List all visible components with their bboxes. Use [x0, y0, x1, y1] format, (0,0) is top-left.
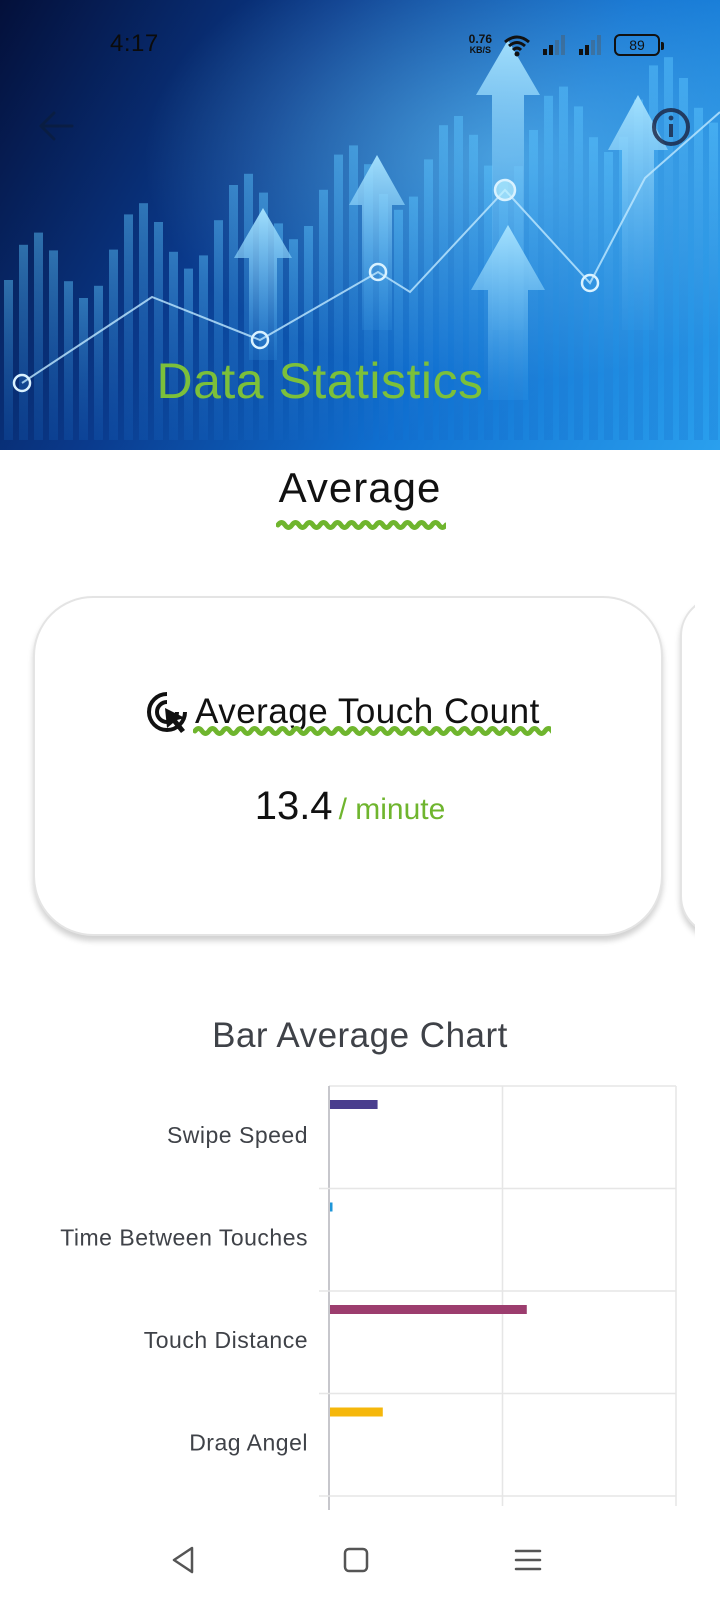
status-time: 4:17	[110, 30, 159, 57]
nav-menu-button[interactable]	[508, 1540, 548, 1580]
stat-card-unit: / minute	[338, 793, 446, 826]
chart-bar[interactable]	[330, 1100, 378, 1109]
menu-lines-icon	[514, 1549, 542, 1571]
status-icons: 0.76 KB/S 89	[468, 30, 664, 60]
info-button[interactable]	[650, 106, 692, 148]
screen: 4:17 0.76 KB/S 89 Data Statistics Averag…	[0, 0, 720, 1600]
info-circle-icon	[652, 108, 690, 146]
header-banner: 4:17 0.76 KB/S 89 Data Statistics	[0, 0, 720, 450]
network-speed-unit: KB/S	[469, 45, 492, 55]
status-bar: 4:17 0.76 KB/S 89	[0, 0, 720, 90]
chart-category-label: Touch Distance	[144, 1327, 308, 1353]
chart-category-label: Drag Angel	[189, 1430, 308, 1456]
chart-title: Bar Average Chart	[212, 1016, 508, 1055]
stat-card-value-row: 13.4/ minute	[35, 784, 665, 829]
signal-strength-icon-2	[579, 35, 601, 55]
section-title-average: Average	[278, 464, 442, 511]
bar-average-chart: Swipe Speed Time Between Touches Touch Dis…	[60, 1085, 677, 1510]
triangle-back-icon	[172, 1546, 194, 1574]
page-title: Data Statistics	[156, 353, 484, 409]
section-title-underline	[276, 520, 446, 530]
back-button[interactable]	[36, 106, 76, 146]
wifi-icon	[504, 35, 530, 57]
chart-bar[interactable]	[330, 1202, 333, 1212]
chart-category-label: Swipe Speed	[167, 1122, 308, 1148]
battery-icon: 89	[614, 34, 664, 56]
touch-pointer-icon	[147, 692, 187, 733]
stat-card-value: 13.4	[254, 784, 333, 828]
system-nav-bar	[0, 1520, 720, 1600]
network-speed-value: 0.76	[468, 32, 492, 46]
stat-card-title-underline	[193, 726, 551, 736]
stat-card-touch-count[interactable]: Average Touch Count 13.4/ minute	[33, 596, 663, 936]
arrow-left-icon	[39, 111, 74, 141]
chart-category-label: Time Between Touches	[60, 1225, 308, 1251]
network-speed: 0.76 KB/S	[468, 32, 492, 56]
chart-bar[interactable]	[330, 1407, 383, 1417]
nav-back-button[interactable]	[164, 1540, 204, 1580]
chart-bar[interactable]	[330, 1305, 527, 1314]
nav-home-button[interactable]	[336, 1540, 376, 1580]
battery-level: 89	[629, 37, 645, 53]
signal-strength-icon-1	[543, 35, 565, 55]
square-home-icon	[343, 1547, 369, 1573]
